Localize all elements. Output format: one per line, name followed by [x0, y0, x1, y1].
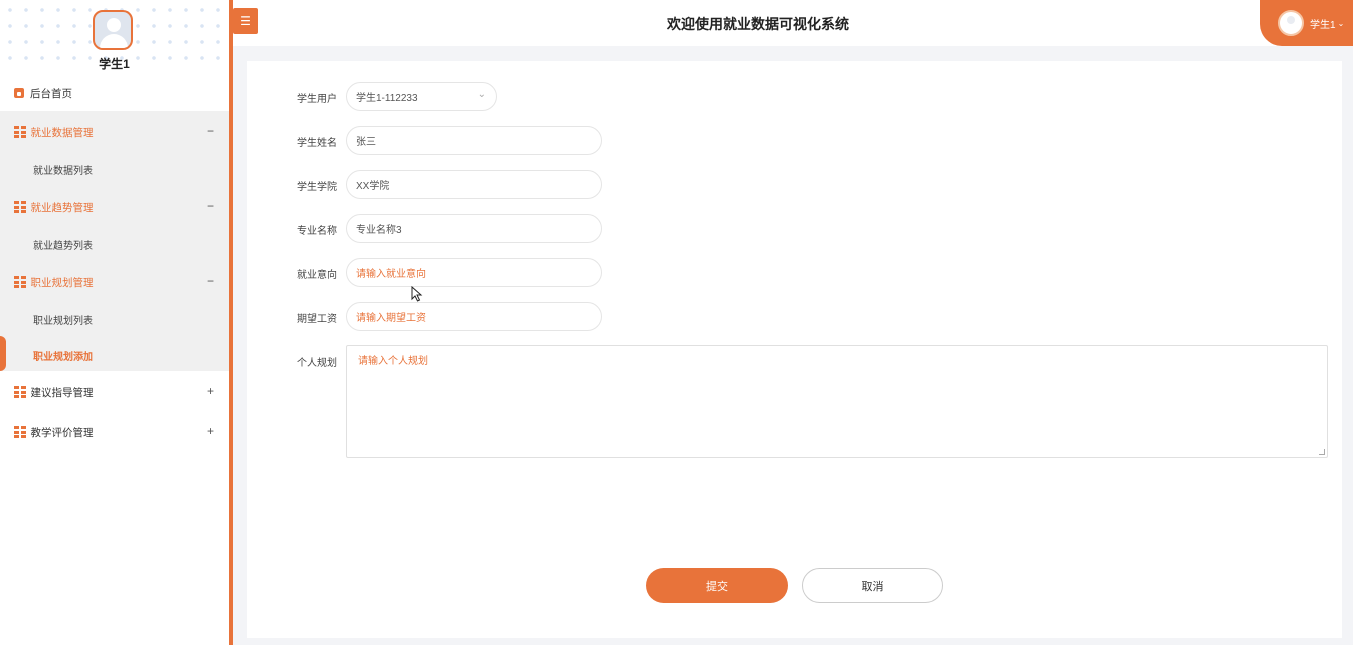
form-panel: 学生用户 学生1-112233 ⌄ 学生姓名 张三 学生学院 XX学院 专业名称…: [247, 61, 1342, 638]
submit-button[interactable]: 提交: [646, 568, 788, 603]
sidebar-subitem-career-planning-add[interactable]: 职业规划添加: [0, 340, 229, 370]
chevron-down-icon: ⌄: [477, 89, 486, 100]
student-name-field[interactable]: 张三: [346, 126, 602, 155]
student-college-field[interactable]: XX学院: [346, 170, 602, 199]
sidebar-item-employment-data[interactable]: 就业数据管理 −: [0, 117, 229, 147]
sidebar: 学生1 后台首页 就业数据管理 − 就业数据列表 就业趋势管理 − 就业趋势列表…: [0, 0, 229, 645]
page-title: 欢迎使用就业数据可视化系统: [667, 16, 849, 32]
home-icon: [14, 88, 24, 98]
chevron-down-icon: ⌄: [1337, 18, 1345, 28]
field-label: 学生姓名: [297, 138, 337, 149]
grid-icon: [14, 201, 26, 213]
collapse-icon[interactable]: −: [207, 274, 214, 288]
textarea-placeholder: 请输入个人规划: [358, 356, 428, 367]
student-user-select[interactable]: 学生1-112233 ⌄: [346, 82, 497, 111]
sidebar-divider: [229, 0, 233, 645]
employment-intention-input[interactable]: 请输入就业意向: [346, 258, 602, 287]
sidebar-item-employment-trend[interactable]: 就业趋势管理 −: [0, 192, 229, 222]
cursor-icon: [411, 286, 423, 302]
avatar[interactable]: [93, 10, 133, 50]
sidebar-item-career-planning[interactable]: 职业规划管理 −: [0, 267, 229, 297]
grid-icon: [14, 126, 26, 138]
select-value: 学生1-112233: [356, 93, 418, 104]
field-label: 学生用户: [297, 94, 337, 105]
sidebar-item-label: 就业趋势管理: [30, 201, 94, 214]
major-name-field[interactable]: 专业名称3: [346, 214, 602, 243]
sidebar-item-guidance[interactable]: 建议指导管理 +: [0, 377, 229, 407]
sidebar-item-label: 后台首页: [30, 87, 72, 100]
sidebar-item-home[interactable]: 后台首页: [0, 80, 229, 106]
grid-icon: [14, 386, 26, 398]
header: ☰ 欢迎使用就业数据可视化系统 学生1 ⌄: [233, 0, 1353, 46]
grid-icon: [14, 276, 26, 288]
sidebar-item-label: 建议指导管理: [30, 386, 94, 399]
user-menu-label: 学生1: [1310, 19, 1336, 31]
field-label: 个人规划: [297, 358, 337, 369]
profile-username: 学生1: [99, 57, 130, 71]
sidebar-item-label: 职业规划管理: [30, 276, 94, 289]
expected-salary-input[interactable]: 请输入期望工资: [346, 302, 602, 331]
sidebar-subitem-employment-trend-list[interactable]: 就业趋势列表: [0, 229, 229, 259]
sidebar-item-label: 就业数据管理: [30, 126, 94, 139]
field-label: 专业名称: [297, 226, 337, 237]
field-label: 学生学院: [297, 182, 337, 193]
user-menu[interactable]: 学生1 ⌄: [1260, 0, 1353, 46]
expand-icon[interactable]: +: [207, 384, 214, 398]
collapse-icon[interactable]: −: [207, 124, 214, 138]
personal-plan-textarea[interactable]: 请输入个人规划: [346, 345, 1328, 458]
field-label: 就业意向: [297, 270, 337, 281]
grid-icon: [14, 426, 26, 438]
field-label: 期望工资: [297, 314, 337, 325]
collapse-icon[interactable]: −: [207, 199, 214, 213]
cancel-button[interactable]: 取消: [802, 568, 943, 603]
user-avatar-icon: [1278, 10, 1304, 36]
resize-handle-icon[interactable]: [1319, 449, 1325, 455]
sidebar-item-teaching-evaluation[interactable]: 教学评价管理 +: [0, 417, 229, 447]
expand-icon[interactable]: +: [207, 424, 214, 438]
sidebar-subitem-employment-data-list[interactable]: 就业数据列表: [0, 154, 229, 184]
profile-area: 学生1: [0, 0, 229, 72]
sidebar-item-label: 教学评价管理: [30, 426, 94, 439]
sidebar-subitem-career-planning-list[interactable]: 职业规划列表: [0, 304, 229, 334]
